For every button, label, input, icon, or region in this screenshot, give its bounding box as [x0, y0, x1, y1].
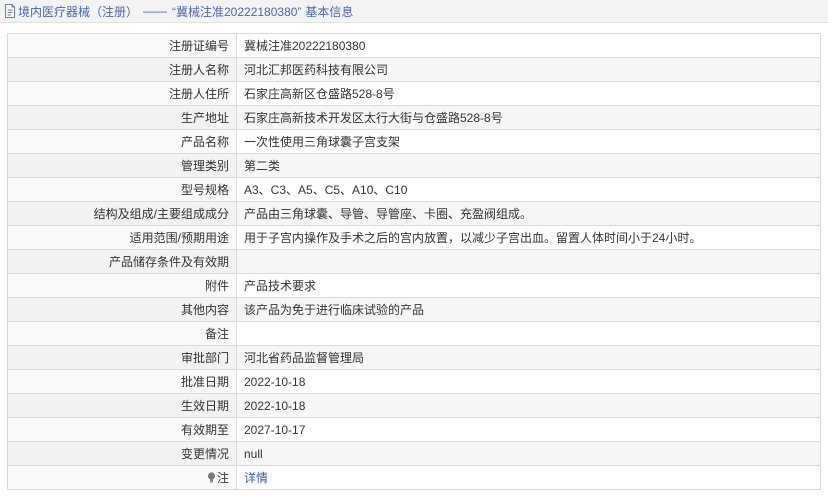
row-value: null: [236, 441, 821, 466]
breadcrumb: 境内医疗器械（注册） —— “冀械注准20222180380” 基本信息: [0, 0, 828, 23]
detail-table-body: 注册证编号 冀械注准20222180380 注册人名称 河北汇邦医药科技有限公司…: [7, 33, 821, 490]
table-row: 管理类别 第二类: [7, 153, 821, 178]
table-row: 适用范围/预期用途 用于子宫内操作及手术之后的宫内放置，以减少子宫出血。留置人体…: [7, 225, 821, 250]
row-value: 2022-10-18: [236, 393, 821, 418]
table-row: 其他内容 该产品为免于进行临床试验的产品: [7, 297, 821, 322]
row-value: 产品由三角球囊、导管、导管座、卡圈、充盈阀组成。: [236, 201, 821, 226]
table-row: 注册人住所 石家庄高新区仓盛路528-8号: [7, 81, 821, 106]
note-row-label: 注: [7, 465, 237, 490]
breadcrumb-section: 基本信息: [305, 4, 354, 19]
table-row: 产品储存条件及有效期: [7, 249, 821, 274]
table-row: 型号规格 A3、C3、A5、C5、A10、C10: [7, 177, 821, 202]
row-label: 备注: [7, 321, 237, 346]
row-value: 石家庄高新技术开发区太行大街与仓盛路528-8号: [236, 105, 821, 130]
row-label: 审批部门: [7, 345, 237, 370]
table-row: 注册证编号 冀械注准20222180380: [7, 33, 821, 58]
row-value: 2022-10-18: [236, 369, 821, 394]
table-row: 变更情况 null: [7, 441, 821, 466]
row-value: [236, 321, 821, 346]
row-value: 河北汇邦医药科技有限公司: [236, 57, 821, 82]
row-label: 生产地址: [7, 105, 237, 130]
row-label: 附件: [7, 273, 237, 298]
table-row: 备注: [7, 321, 821, 346]
row-label: 型号规格: [7, 177, 237, 202]
note-row-value: 详情: [236, 465, 821, 490]
row-label: 有效期至: [7, 417, 237, 442]
row-value: 产品技术要求: [236, 273, 821, 298]
table-row: 生效日期 2022-10-18: [7, 393, 821, 418]
row-label: 管理类别: [7, 153, 237, 178]
detail-table: 注册证编号 冀械注准20222180380 注册人名称 河北汇邦医药科技有限公司…: [7, 33, 821, 490]
note-label: 注: [216, 471, 229, 485]
row-label: 注册人住所: [7, 81, 237, 106]
row-label: 产品名称: [7, 129, 237, 154]
table-row: 产品名称 一次性使用三角球囊子宫支架: [7, 129, 821, 154]
row-label: 结构及组成/主要组成成分: [7, 201, 237, 226]
row-value: 该产品为免于进行临床试验的产品: [236, 297, 821, 322]
row-label: 注册人名称: [7, 57, 237, 82]
details-link[interactable]: 详情: [244, 471, 268, 485]
row-value: 2027-10-17: [236, 417, 821, 442]
row-label: 其他内容: [7, 297, 237, 322]
table-row: 批准日期 2022-10-18: [7, 369, 821, 394]
row-value: 石家庄高新区仓盛路528-8号: [236, 81, 821, 106]
row-label: 变更情况: [7, 441, 237, 466]
lightbulb-icon: [207, 472, 216, 483]
table-row: 结构及组成/主要组成成分 产品由三角球囊、导管、导管座、卡圈、充盈阀组成。: [7, 201, 821, 226]
row-value: 用于子宫内操作及手术之后的宫内放置，以减少子宫出血。留置人体时间小于24小时。: [236, 225, 821, 250]
row-value: 第二类: [236, 153, 821, 178]
row-label: 产品储存条件及有效期: [7, 249, 237, 274]
breadcrumb-separator: ——: [143, 4, 168, 18]
breadcrumb-record: “冀械注准20222180380”: [172, 4, 302, 19]
table-row: 生产地址 石家庄高新技术开发区太行大街与仓盛路528-8号: [7, 105, 821, 130]
document-icon: [5, 4, 15, 18]
table-row: 审批部门 河北省药品监督管理局: [7, 345, 821, 370]
table-row: 有效期至 2027-10-17: [7, 417, 821, 442]
row-value: 一次性使用三角球囊子宫支架: [236, 129, 821, 154]
row-label: 批准日期: [7, 369, 237, 394]
table-row: 附件 产品技术要求: [7, 273, 821, 298]
row-value: [236, 249, 821, 274]
row-label: 生效日期: [7, 393, 237, 418]
note-row: 注 详情: [7, 465, 821, 490]
row-value: 河北省药品监督管理局: [236, 345, 821, 370]
row-value: 冀械注准20222180380: [236, 33, 821, 58]
table-row: 注册人名称 河北汇邦医药科技有限公司: [7, 57, 821, 82]
row-value: A3、C3、A5、C5、A10、C10: [236, 177, 821, 202]
row-label: 注册证编号: [7, 33, 237, 58]
row-label: 适用范围/预期用途: [7, 225, 237, 250]
breadcrumb-category: 境内医疗器械（注册）: [18, 4, 139, 19]
